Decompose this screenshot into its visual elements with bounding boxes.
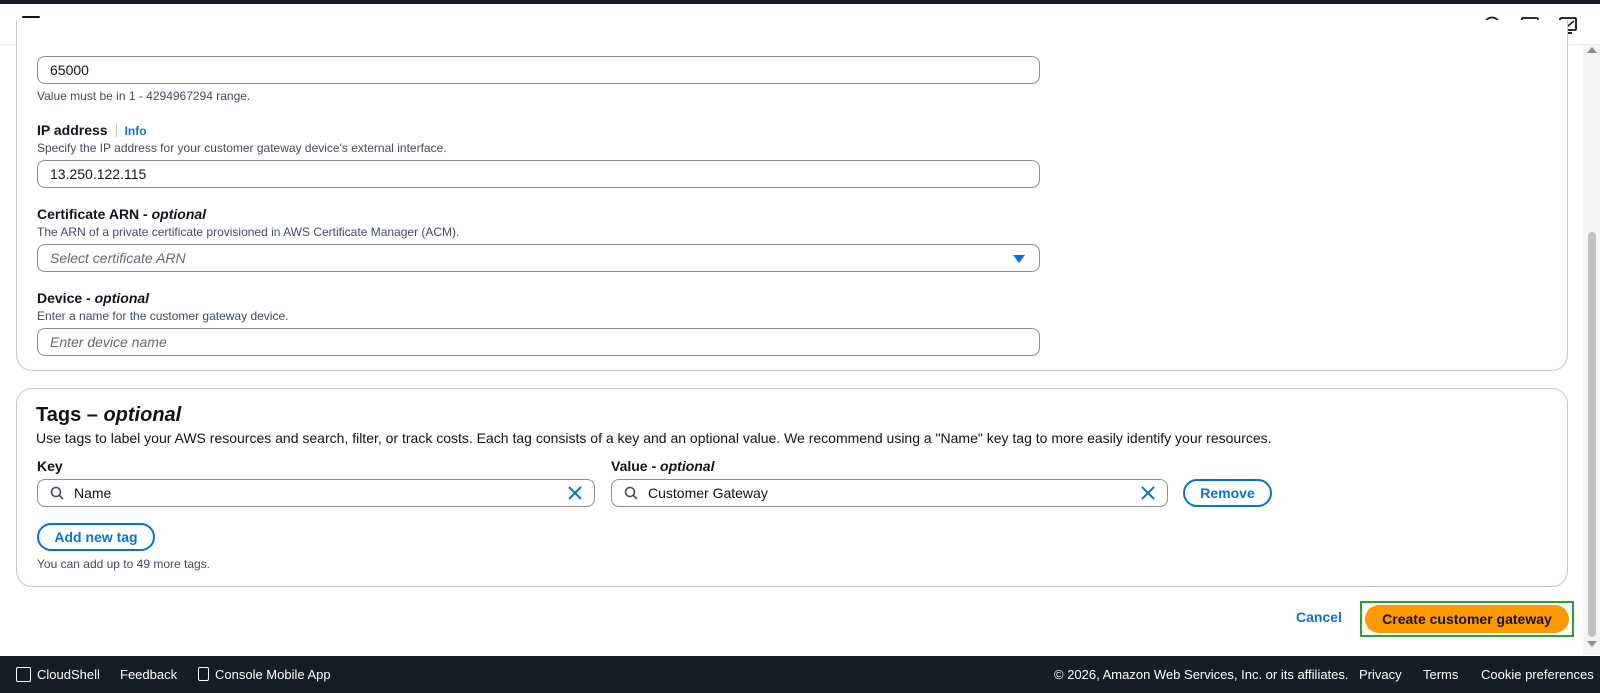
caret-down-icon [1013, 255, 1025, 263]
tag-key-label: Key [37, 458, 63, 474]
bgp-asn-input[interactable]: 65000 [37, 56, 1040, 84]
ip-address-input[interactable]: 13.250.122.115 [37, 160, 1040, 188]
add-new-tag-button[interactable]: Add new tag [37, 523, 155, 551]
privacy-link[interactable]: Privacy [1359, 667, 1402, 682]
feedback-link[interactable]: Feedback [120, 667, 177, 682]
certificate-arn-label: Certificate ARN - optional [37, 206, 207, 222]
ip-address-label-text: IP address [37, 122, 108, 138]
ip-address-description: Specify the IP address for your customer… [37, 141, 447, 155]
create-customer-gateway-button[interactable]: Create customer gateway [1365, 605, 1569, 633]
copyright-text: © 2026, Amazon Web Services, Inc. or its… [1054, 667, 1349, 682]
footer-bar: CloudShell Feedback Console Mobile App ©… [0, 656, 1600, 693]
tag-limit-text: You can add up to 49 more tags. [37, 557, 211, 571]
device-label: Device - optional [37, 290, 150, 306]
search-icon [50, 486, 64, 500]
remove-tag-button[interactable]: Remove [1183, 479, 1272, 507]
scroll-up-icon[interactable] [1587, 47, 1597, 53]
device-label-text: Device [37, 290, 83, 306]
clear-icon[interactable] [568, 486, 582, 500]
optional-text: optional [94, 290, 150, 306]
certificate-arn-label-text: Certificate ARN [37, 206, 140, 222]
tag-key-input[interactable]: Name [37, 479, 595, 507]
tag-value-value: Customer Gateway [648, 485, 768, 501]
scroll-down-icon[interactable] [1587, 641, 1597, 647]
console-mobile-app-link[interactable]: Console Mobile App [198, 667, 331, 682]
cloudshell-button[interactable]: CloudShell [16, 667, 100, 682]
certificate-arn-select[interactable]: Select certificate ARN [37, 244, 1040, 272]
tags-title: Tags – optional [36, 404, 182, 426]
certificate-arn-placeholder: Select certificate ARN [50, 250, 186, 266]
certificate-arn-description: The ARN of a private certificate provisi… [37, 225, 460, 239]
cloudshell-label: CloudShell [37, 667, 100, 682]
tag-key-value: Name [74, 485, 112, 501]
tag-value-label: Value - optional [611, 458, 715, 474]
ip-address-info-link[interactable]: Info [125, 124, 147, 138]
cancel-button[interactable]: Cancel [1296, 609, 1342, 625]
optional-text: optional [151, 206, 207, 222]
tags-description: Use tags to label your AWS resources and… [36, 430, 1272, 446]
tag-value-input[interactable]: Customer Gateway [611, 479, 1168, 507]
optional-text: optional [103, 404, 182, 426]
terminal-icon [16, 667, 31, 682]
device-description: Enter a name for the customer gateway de… [37, 309, 289, 323]
tag-value-label-text: Value [611, 458, 648, 474]
device-name-input[interactable]: Enter device name [37, 328, 1040, 356]
search-icon [624, 486, 638, 500]
asn-constraint-text: Value must be in 1 - 4294967294 range. [37, 89, 251, 103]
cookie-preferences-link[interactable]: Cookie preferences [1481, 667, 1594, 682]
tags-title-text: Tags [36, 404, 82, 426]
console-mobile-app-label: Console Mobile App [215, 667, 331, 682]
ip-address-label: IP address Info [37, 122, 147, 138]
terms-link[interactable]: Terms [1423, 667, 1458, 682]
mobile-icon [198, 667, 209, 681]
optional-text: optional [660, 458, 715, 474]
scrollbar-thumb[interactable] [1588, 232, 1596, 637]
clear-icon[interactable] [1141, 486, 1155, 500]
